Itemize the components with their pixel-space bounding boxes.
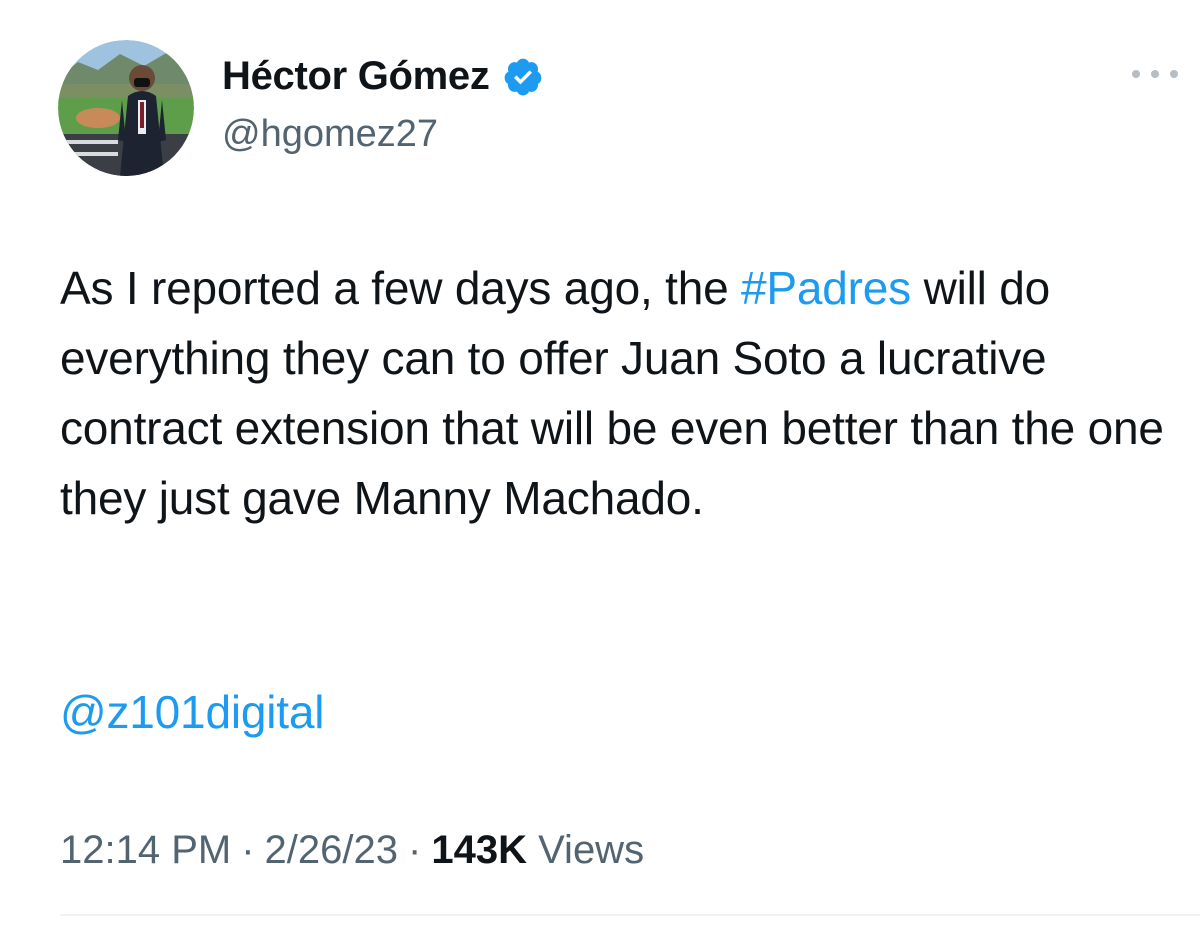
author-row: Héctor Gómez — [222, 52, 544, 100]
views-label[interactable]: Views — [538, 828, 644, 872]
meta-separator: · — [241, 828, 255, 872]
author-handle[interactable]: @hgomez27 — [222, 110, 438, 158]
tweet-time[interactable]: 12:14 PM — [60, 828, 231, 872]
mention-link[interactable]: @z101digital — [60, 677, 324, 747]
avatar[interactable] — [58, 40, 194, 176]
hashtag-link[interactable]: #Padres — [741, 262, 911, 314]
tweet-text-part: As I reported a few days ago, the — [60, 262, 742, 314]
tweet-date[interactable]: 2/26/23 — [265, 828, 398, 872]
divider — [60, 914, 1200, 916]
author-display-name[interactable]: Héctor Gómez — [222, 52, 490, 100]
meta-separator: · — [408, 828, 422, 872]
avatar-image — [58, 40, 194, 176]
views-count[interactable]: 143K — [431, 828, 527, 872]
more-horizontal-icon[interactable] — [1132, 62, 1178, 86]
verified-badge-icon[interactable] — [502, 56, 544, 98]
more-dot — [1170, 70, 1178, 78]
more-dot — [1151, 70, 1159, 78]
more-dot — [1132, 70, 1140, 78]
tweet-meta: 12:14 PM · 2/26/23 · 143K Views — [60, 822, 644, 878]
tweet-text: As I reported a few days ago, the #Padre… — [60, 253, 1170, 533]
